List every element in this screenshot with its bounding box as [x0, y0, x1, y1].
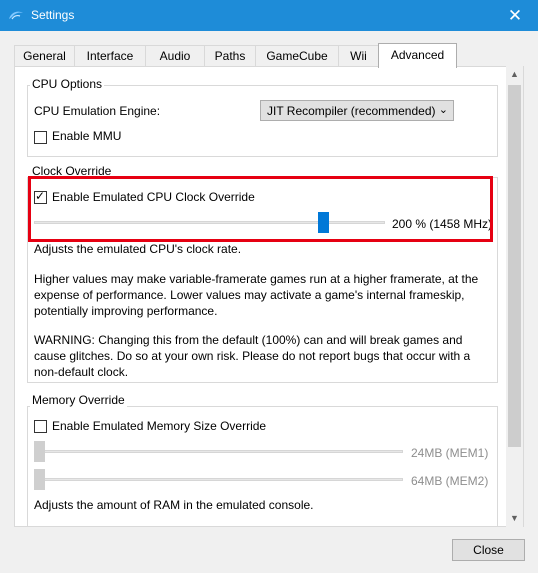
enable-memory-override-label: Enable Emulated Memory Size Override — [52, 419, 267, 433]
panel-scrollbar[interactable]: ▲ ▼ — [506, 66, 523, 527]
clock-desc-1: Adjusts the emulated CPU's clock rate. — [34, 242, 242, 256]
mem2-slider-track[interactable] — [34, 478, 403, 481]
tab-general[interactable]: General — [14, 45, 75, 67]
clock-desc-2-line2: expense of performance. Lower values may… — [34, 288, 465, 302]
clock-warning-line1: WARNING: Changing this from the default … — [34, 333, 463, 347]
clock-warning-line2: cause glitches. Do so at your own risk. … — [34, 349, 471, 363]
tab-audio[interactable]: Audio — [145, 45, 205, 67]
cpu-options-title: CPU Options — [30, 77, 105, 91]
memory-override-title: Memory Override — [30, 393, 127, 407]
clock-desc-2-line1: Higher values may make variable-framerat… — [34, 272, 479, 286]
scrollbar-thumb[interactable] — [508, 85, 521, 447]
mem2-slider-thumb[interactable] — [34, 469, 45, 490]
cpu-options-group — [27, 85, 498, 157]
title-bar: Settings ✕ — [0, 0, 538, 31]
advanced-settings-panel: CPU Options CPU Emulation Engine: JIT Re… — [14, 66, 524, 527]
window-title: Settings — [31, 8, 75, 22]
mem1-value: 24MB (MEM1) — [411, 446, 489, 460]
clock-desc-2-line3: potentially improving performance. — [34, 304, 218, 318]
enable-memory-override-checkbox[interactable] — [34, 420, 47, 433]
dolphin-app-icon — [9, 11, 23, 20]
enable-mmu-checkbox[interactable] — [34, 131, 47, 144]
tab-paths[interactable]: Paths — [204, 45, 256, 67]
tab-interface[interactable]: Interface — [74, 45, 146, 67]
enable-mmu-label: Enable MMU — [52, 129, 122, 143]
cpu-engine-label: CPU Emulation Engine: — [34, 104, 161, 118]
cpu-engine-dropdown[interactable]: JIT Recompiler (recommended) ⌄ — [260, 100, 454, 121]
tab-gamecube[interactable]: GameCube — [255, 45, 339, 67]
chevron-down-icon: ⌄ — [438, 104, 448, 116]
tab-advanced[interactable]: Advanced — [378, 43, 457, 68]
close-button[interactable]: Close — [452, 539, 525, 561]
scroll-up-icon[interactable]: ▲ — [506, 66, 523, 83]
close-icon[interactable]: ✕ — [492, 0, 538, 31]
memory-desc: Adjusts the amount of RAM in the emulate… — [34, 498, 314, 512]
annotation-highlight-box — [28, 176, 493, 242]
tab-wii[interactable]: Wii — [338, 45, 379, 67]
mem1-slider-track[interactable] — [34, 450, 403, 453]
mem1-slider-thumb[interactable] — [34, 441, 45, 462]
cpu-engine-value: JIT Recompiler (recommended) — [267, 104, 436, 118]
clock-warning-line3: non-default clock. — [34, 365, 129, 379]
scroll-down-icon[interactable]: ▼ — [506, 510, 523, 527]
mem2-value: 64MB (MEM2) — [411, 474, 489, 488]
